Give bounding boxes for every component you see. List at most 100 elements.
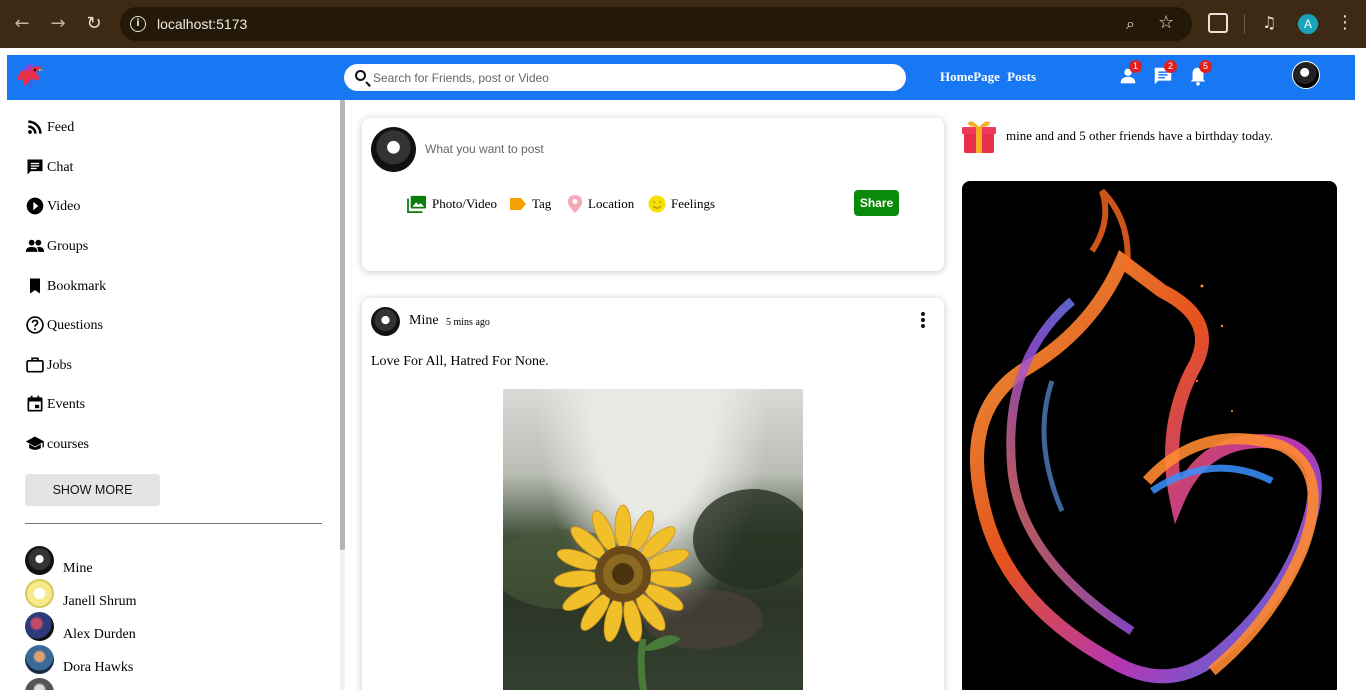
share-button[interactable]: Share	[854, 190, 899, 216]
media-icon[interactable]: ♫	[1262, 13, 1276, 32]
show-more-button[interactable]: SHOW MORE	[25, 474, 160, 506]
search-bar[interactable]	[344, 64, 906, 91]
sidebar-item-label: Groups	[47, 239, 89, 254]
bookmark-icon	[25, 276, 47, 298]
location-pin-icon	[567, 194, 583, 214]
friend-requests-badge: 1	[1129, 60, 1142, 73]
post-card: Mine 5 mins ago Love For All, Hatred For…	[362, 298, 944, 690]
post-text: Love For All, Hatred For None.	[371, 354, 549, 369]
avatar	[371, 127, 416, 172]
avatar	[25, 678, 54, 690]
friend-requests-button[interactable]: 1	[1117, 60, 1142, 87]
photo-video-option[interactable]: Photo/Video	[407, 193, 497, 215]
sidebar-item-label: Events	[47, 397, 86, 412]
sidebar-item-feed[interactable]: Feed	[25, 117, 74, 139]
photo-library-icon	[407, 195, 427, 213]
friend-name: Alex Durden	[63, 627, 136, 642]
option-label: Location	[588, 196, 635, 211]
groups-icon	[25, 236, 47, 258]
option-label: Tag	[532, 196, 552, 211]
option-label: Photo/Video	[432, 196, 497, 211]
chat-icon	[25, 157, 47, 179]
avatar	[25, 579, 54, 608]
sidebar-scrollbar-thumb[interactable]	[340, 100, 345, 550]
avatar	[25, 645, 54, 674]
sunflower-image	[503, 489, 803, 690]
sidebar-item-events[interactable]: Events	[25, 394, 85, 416]
post-input[interactable]	[425, 140, 825, 158]
posts-link[interactable]: Posts	[1007, 69, 1036, 84]
sidebar-item-label: Video	[47, 199, 81, 214]
sidebar-item-bookmark[interactable]: Bookmark	[25, 276, 106, 298]
share-post-card: Photo/Video Tag Location Feelings Share	[362, 118, 944, 271]
notifications-button[interactable]: 5	[1187, 60, 1212, 87]
address-bar[interactable]: i localhost:5173 ⌕ ☆	[120, 7, 1192, 41]
post-timestamp: 5 mins ago	[446, 317, 490, 328]
avatar[interactable]	[371, 307, 400, 336]
reload-icon[interactable]: ↻	[82, 12, 106, 36]
logo-icon[interactable]	[11, 59, 45, 93]
friend-list-item[interactable]: Mine	[25, 545, 93, 576]
sidebar-item-groups[interactable]: Groups	[25, 236, 88, 258]
feelings-option[interactable]: Feelings	[648, 193, 715, 215]
profile-avatar[interactable]: A	[1298, 14, 1318, 34]
homepage-link[interactable]: HomePage	[940, 69, 1000, 84]
top-links: HomePage Posts	[940, 69, 1040, 85]
sidebar-item-video[interactable]: Video	[25, 196, 80, 218]
search-icon	[355, 70, 366, 81]
help-circle-icon	[25, 315, 47, 337]
url-text[interactable]: localhost:5173	[157, 16, 247, 32]
notifications-badge: 5	[1199, 60, 1212, 73]
fire-heart-image	[970, 188, 1322, 684]
extensions-icon[interactable]	[1208, 13, 1228, 33]
friend-name: Dora Hawks	[63, 660, 134, 675]
rss-feed-icon	[25, 117, 47, 139]
back-arrow-icon[interactable]: ←	[10, 12, 34, 36]
label-icon	[509, 197, 527, 211]
friend-list-item[interactable]: Alex Durden	[25, 611, 136, 642]
info-icon[interactable]: i	[130, 16, 146, 32]
sidebar-item-label: Feed	[47, 120, 75, 135]
option-label: Feelings	[671, 196, 716, 211]
menu-icon[interactable]: ⋮	[1336, 12, 1354, 33]
search-input[interactable]	[373, 68, 893, 87]
browser-toolbar: ← → ↻ i localhost:5173 ⌕ ☆ ♫ A ⋮	[0, 0, 1366, 48]
zoom-icon[interactable]: ⌕	[1126, 14, 1135, 34]
toolbar-divider	[1244, 14, 1245, 34]
left-sidebar: Feed Chat Video Groups Bookmark Question…	[0, 100, 340, 690]
messages-button[interactable]: 2	[1152, 60, 1177, 87]
promo-image[interactable]	[962, 181, 1337, 690]
sidebar-item-chat[interactable]: Chat	[25, 157, 73, 179]
sidebar-item-label: Questions	[47, 318, 103, 333]
avatar	[25, 546, 54, 575]
sidebar-item-label: Chat	[47, 160, 74, 175]
sidebar-item-courses[interactable]: courses	[25, 434, 89, 456]
post-image	[503, 389, 803, 690]
birthday-text: mine and and 5 other friends have a birt…	[1006, 128, 1274, 143]
messages-badge: 2	[1164, 60, 1177, 73]
school-icon	[25, 434, 47, 456]
tag-option[interactable]: Tag	[509, 193, 551, 215]
sidebar-item-questions[interactable]: Questions	[25, 315, 103, 337]
friend-list-item[interactable]	[25, 677, 63, 690]
user-avatar[interactable]	[1292, 61, 1320, 89]
emoji-icon	[648, 195, 666, 213]
friend-list-item[interactable]: Dora Hawks	[25, 644, 134, 675]
post-author[interactable]: Mine	[409, 313, 439, 329]
sidebar-item-label: Jobs	[47, 358, 72, 373]
more-options-icon[interactable]	[918, 312, 928, 330]
calendar-icon	[25, 394, 47, 416]
friend-name: Janell Shrum	[63, 594, 137, 609]
avatar	[25, 612, 54, 641]
sidebar-divider	[25, 523, 322, 524]
star-icon[interactable]: ☆	[1158, 12, 1174, 33]
sidebar-item-label: Bookmark	[47, 279, 107, 294]
forward-arrow-icon[interactable]: →	[46, 12, 70, 36]
friend-list-item[interactable]: Janell Shrum	[25, 578, 137, 609]
briefcase-icon	[25, 355, 47, 377]
location-option[interactable]: Location	[567, 193, 634, 215]
sidebar-item-jobs[interactable]: Jobs	[25, 355, 72, 377]
gift-icon	[962, 121, 996, 153]
play-circle-icon	[25, 196, 47, 218]
friend-name: Mine	[63, 561, 93, 576]
